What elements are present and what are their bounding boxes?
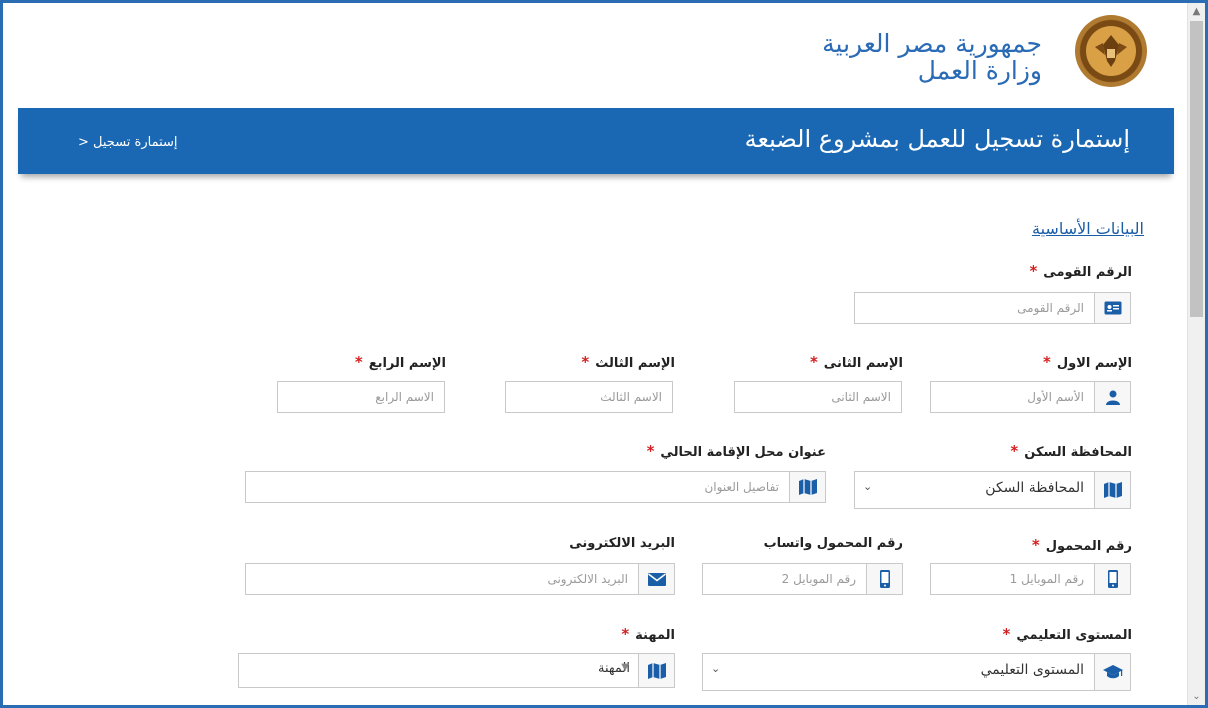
fourth-name-field[interactable] [277,381,445,413]
national-id-input[interactable] [855,293,1094,323]
map-icon [789,472,825,502]
whatsapp-label: رقم المحمول واتساب [763,536,903,551]
first-name-input[interactable] [931,382,1094,412]
mobile-icon [1094,564,1130,594]
first-name-field[interactable] [930,381,1131,413]
basic-info-link[interactable]: البيانات الأساسية [1032,219,1144,238]
fourth-name-label: الإسم الرابع* [354,353,446,371]
profession-label: المهنة* [621,625,675,643]
graduation-cap-icon [1094,654,1130,690]
second-name-input[interactable] [735,382,901,412]
caret-down-icon: ▼ [621,662,629,673]
profession-select[interactable]: المهنة ▼ [238,653,675,688]
third-name-input[interactable] [506,382,672,412]
mobile-input[interactable] [931,564,1094,594]
organization-name: جمهورية مصر العربية وزارة العمل [822,30,1042,84]
national-id-field[interactable] [854,292,1131,324]
first-name-label: الإسم الاول* [1043,353,1132,371]
chevron-down-icon: ⌄ [711,662,721,675]
breadcrumb[interactable]: > إستمارة تسجيل [78,135,178,150]
whatsapp-field[interactable] [702,563,903,595]
email-field[interactable] [245,563,675,595]
address-label: عنوان محل الإقامة الحالي* [646,442,826,460]
org-ministry: وزارة العمل [917,56,1042,85]
second-name-label: الإسم الثانى* [809,353,903,371]
org-country: جمهورية مصر العربية [822,29,1042,58]
map-icon [638,654,674,687]
governorate-select[interactable]: المحافظة السكن ⌄ [854,471,1131,509]
browser-frame: جمهورية مصر العربية وزارة العمل إستمارة … [0,0,1208,708]
mobile-field[interactable] [930,563,1131,595]
scroll-thumb[interactable] [1190,21,1203,317]
second-name-field[interactable] [734,381,902,413]
third-name-field[interactable] [505,381,673,413]
education-label: المستوى التعليمي* [1002,625,1132,643]
id-card-icon [1094,293,1130,323]
envelope-icon [638,564,674,594]
whatsapp-input[interactable] [703,564,866,594]
address-input[interactable] [246,472,789,502]
ministry-logo [1075,15,1147,87]
mobile-icon [866,564,902,594]
page-banner: إستمارة تسجيل للعمل بمشروع الضبعة > إستم… [18,108,1174,174]
scroll-up-arrow-icon[interactable]: ▲ [1188,3,1205,20]
email-input[interactable] [246,564,638,594]
mobile-label: رقم المحمول* [1031,536,1132,554]
fourth-name-input[interactable] [278,382,444,412]
governorate-label: المحافظة السكن* [1010,442,1132,460]
national-id-label: الرقم القومى* [1029,262,1132,280]
user-icon [1094,382,1130,412]
address-field[interactable] [245,471,826,503]
email-label: البريد الالكترونى [569,536,675,551]
map-icon [1094,472,1130,508]
chevron-down-icon: ⌄ [863,480,873,493]
third-name-label: الإسم الثالث* [581,353,675,371]
governorate-value: المحافظة السكن [985,480,1084,496]
scroll-down-arrow-icon[interactable]: ⌄ [1188,688,1205,705]
page-title: إستمارة تسجيل للعمل بمشروع الضبعة [744,125,1130,153]
education-select[interactable]: المستوى التعليمي ⌄ [702,653,1131,691]
vertical-scrollbar[interactable]: ▲ ⌄ [1187,3,1205,705]
education-value: المستوى التعليمي [980,662,1084,678]
